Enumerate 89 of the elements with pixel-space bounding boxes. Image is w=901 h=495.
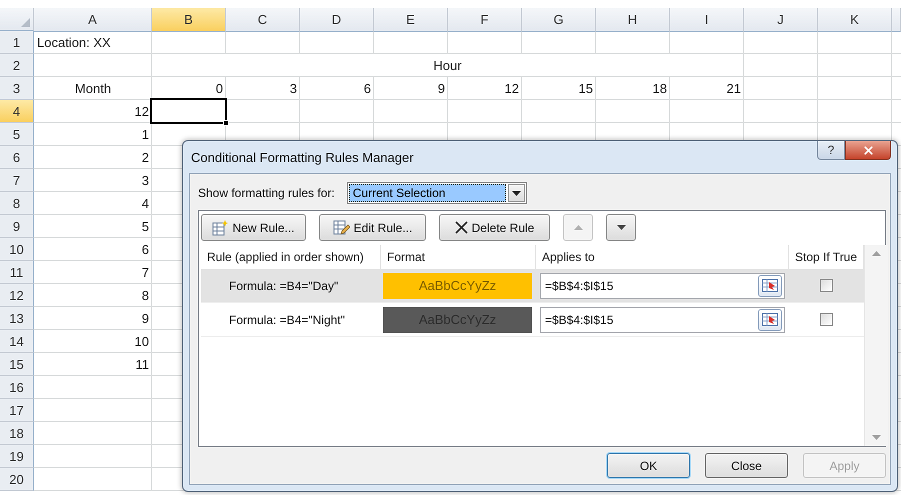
row-header[interactable]: 14 xyxy=(0,330,34,353)
number-cell-text: 21 xyxy=(726,80,742,98)
toolbar-button[interactable]: Edit Rule... xyxy=(319,214,426,241)
dropdown-arrow-icon xyxy=(512,190,521,196)
row-header[interactable]: 11 xyxy=(0,261,34,284)
column-header[interactable]: D xyxy=(300,8,374,32)
number-cell-text: 6 xyxy=(140,241,150,259)
column-header[interactable]: G xyxy=(522,8,596,32)
help-button[interactable]: ? xyxy=(817,141,845,160)
scrollbar[interactable] xyxy=(864,245,888,446)
row-header[interactable]: 16 xyxy=(0,376,34,399)
stop-if-true-checkbox[interactable] xyxy=(820,279,833,292)
column-header[interactable] xyxy=(892,8,901,32)
row-header[interactable]: 19 xyxy=(0,445,34,468)
move-down-button[interactable] xyxy=(606,214,636,241)
column-header[interactable]: F xyxy=(448,8,522,32)
number-cell-text: 12 xyxy=(504,80,520,98)
filter-label: Show formatting rules for: xyxy=(198,186,335,200)
number-cell-text: 7 xyxy=(140,264,150,282)
row-header[interactable]: 7 xyxy=(0,169,34,192)
dialog-title: Conditional Formatting Rules Manager xyxy=(190,150,414,164)
row-header[interactable]: 9 xyxy=(0,215,34,238)
new-rule-icon xyxy=(212,220,228,236)
number-cell-text: 10 xyxy=(134,333,150,351)
toolbar-button[interactable]: New Rule... xyxy=(201,214,306,241)
dialog-button[interactable]: Close xyxy=(705,453,788,478)
column-header[interactable]: C xyxy=(226,8,300,32)
row-header[interactable]: 17 xyxy=(0,399,34,422)
range-select-icon xyxy=(762,313,778,326)
column-header[interactable]: J xyxy=(744,8,818,32)
close-button[interactable] xyxy=(845,141,891,160)
row-header[interactable]: 20 xyxy=(0,468,34,491)
number-cell-text: 15 xyxy=(578,80,594,98)
column-header[interactable]: K xyxy=(818,8,892,32)
rule-formula: Formula: =B4="Night" xyxy=(228,312,346,326)
row-header[interactable]: 13 xyxy=(0,307,34,330)
dialog-button[interactable]: OK xyxy=(607,453,690,478)
row-header[interactable]: 8 xyxy=(0,192,34,215)
delete-icon xyxy=(454,221,468,234)
number-cell-text: 9 xyxy=(140,310,150,328)
row-header[interactable]: 1 xyxy=(0,31,34,54)
row-header[interactable]: 5 xyxy=(0,123,34,146)
row-header[interactable]: 10 xyxy=(0,238,34,261)
row-header[interactable]: 18 xyxy=(0,422,34,445)
scroll-up-icon xyxy=(872,251,881,256)
stop-if-true-checkbox[interactable] xyxy=(820,313,833,326)
applies-to-field[interactable]: =$B$4:$I$15 xyxy=(540,272,785,298)
column-header[interactable]: E xyxy=(374,8,448,32)
number-cell-text: 5 xyxy=(140,218,150,236)
applies-to-field[interactable]: =$B$4:$I$15 xyxy=(540,306,785,332)
row-header[interactable]: 2 xyxy=(0,54,34,77)
row-header[interactable]: 6 xyxy=(0,146,34,169)
number-cell-text: 6 xyxy=(362,80,372,98)
scope-dropdown[interactable]: Current Selection xyxy=(346,182,527,204)
number-cell-text: 1 xyxy=(140,126,150,144)
number-cell-text: 3 xyxy=(288,80,298,98)
rule-formula: Formula: =B4="Day" xyxy=(228,278,340,292)
range-select-button[interactable] xyxy=(758,274,782,296)
number-cell-text: 8 xyxy=(140,287,150,305)
number-cell-text: 2 xyxy=(140,149,150,167)
row-header[interactable]: 4 xyxy=(0,100,34,123)
number-cell-text: 4 xyxy=(140,195,150,213)
column-header[interactable]: A xyxy=(34,8,152,32)
number-cell-text: 0 xyxy=(214,80,224,98)
row-header[interactable]: 3 xyxy=(0,77,34,100)
column-header[interactable]: B xyxy=(152,8,226,32)
active-cell[interactable] xyxy=(150,98,227,124)
edit-rule-icon xyxy=(332,220,350,236)
row-header[interactable]: 15 xyxy=(0,353,34,376)
header-cell-text: Month xyxy=(74,80,112,98)
column-header[interactable]: H xyxy=(596,8,670,32)
close-icon xyxy=(862,144,874,156)
range-select-button[interactable] xyxy=(758,308,782,330)
column-header[interactable]: I xyxy=(670,8,744,32)
down-arrow-icon xyxy=(616,225,626,230)
range-select-icon xyxy=(762,279,778,292)
rule-row[interactable]: Formula: =B4="Day" AaBbCcYyZz =$B$4:$I$15 xyxy=(201,269,864,303)
number-cell-text: 9 xyxy=(436,80,446,98)
toolbar-button[interactable]: Delete Rule xyxy=(439,214,550,241)
number-cell-text: 12 xyxy=(134,103,150,121)
select-all-icon[interactable] xyxy=(21,18,30,27)
row-header[interactable]: 12 xyxy=(0,284,34,307)
scroll-down-icon xyxy=(872,435,881,440)
format-preview: AaBbCcYyZz xyxy=(383,272,532,298)
number-cell-text: 11 xyxy=(134,356,150,374)
label-cell-text: Location: XX xyxy=(36,34,112,52)
number-cell-text: 3 xyxy=(140,172,150,190)
up-arrow-icon xyxy=(574,225,582,230)
number-cell-text: 18 xyxy=(652,80,668,98)
